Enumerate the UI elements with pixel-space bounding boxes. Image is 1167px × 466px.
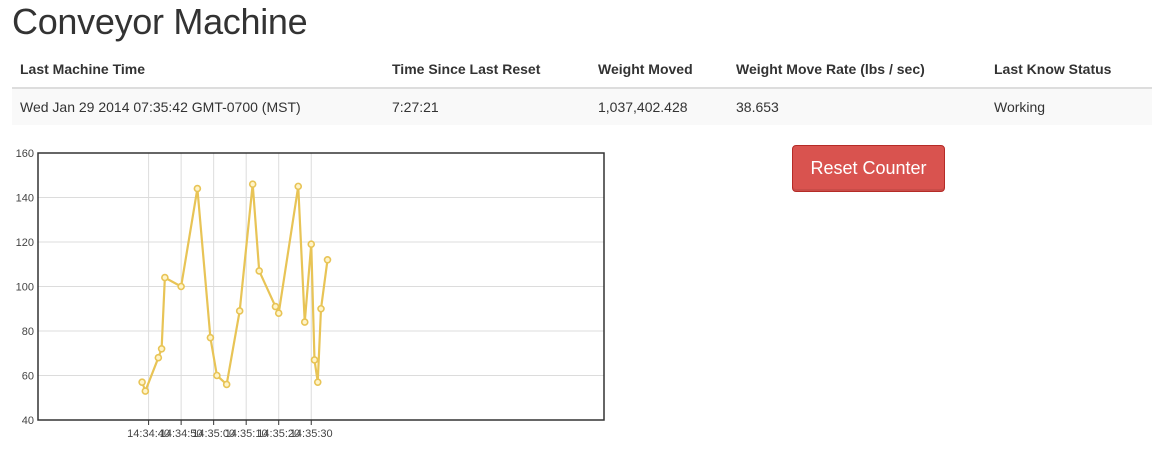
- data-point: [255, 267, 263, 275]
- data-point: [271, 302, 280, 311]
- data-point: [154, 353, 163, 362]
- data-point: [193, 184, 202, 193]
- y-tick-label: 80: [22, 326, 34, 338]
- cell-weight-moved: 1,037,402.428: [590, 88, 728, 125]
- data-point: [235, 307, 244, 315]
- header-last-status: Last Know Status: [986, 50, 1152, 89]
- table-header-row: Last Machine Time Time Since Last Reset …: [12, 50, 1152, 89]
- header-weight-move-rate: Weight Move Rate (lbs / sec): [728, 50, 986, 89]
- data-point: [141, 387, 150, 395]
- data-point: [294, 182, 303, 191]
- cell-weight-move-rate: 38.653: [728, 88, 986, 125]
- data-point: [248, 180, 257, 188]
- header-last-machine-time: Last Machine Time: [12, 50, 384, 89]
- data-point: [213, 371, 221, 380]
- data-point: [323, 256, 332, 264]
- weight-chart-svg: 40608010012014016014:34:4014:34:5014:35:…: [16, 148, 605, 440]
- data-point: [206, 333, 215, 342]
- series-group: [138, 180, 332, 395]
- header-time-since-reset: Time Since Last Reset: [384, 50, 590, 89]
- data-point: [274, 309, 283, 317]
- data-point: [138, 378, 146, 386]
- y-tick-label: 60: [22, 371, 34, 383]
- page-title: Conveyor Machine: [12, 1, 308, 42]
- reset-counter-button[interactable]: Reset Counter: [792, 145, 945, 192]
- status-table: Last Machine Time Time Since Last Reset …: [12, 50, 1152, 125]
- data-point: [307, 240, 316, 249]
- data-point: [161, 273, 169, 282]
- y-tick-label: 160: [16, 148, 34, 160]
- table-row: Wed Jan 29 2014 07:35:42 GMT-0700 (MST) …: [12, 88, 1152, 125]
- cell-last-status: Working: [986, 88, 1152, 125]
- cell-last-machine-time: Wed Jan 29 2014 07:35:42 GMT-0700 (MST): [12, 88, 384, 125]
- x-tick-label: 14:35:30: [290, 428, 333, 440]
- y-tick-label: 100: [16, 282, 34, 294]
- data-point: [222, 380, 231, 389]
- data-point: [300, 318, 309, 326]
- y-tick-label: 120: [16, 237, 34, 249]
- data-point: [310, 356, 319, 364]
- y-tick-label: 40: [22, 415, 34, 427]
- header-weight-moved: Weight Moved: [590, 50, 728, 89]
- cell-time-since-reset: 7:27:21: [384, 88, 590, 125]
- data-point: [157, 345, 166, 353]
- series-line: [141, 183, 329, 393]
- data-point: [313, 378, 322, 386]
- y-tick-label: 140: [16, 193, 34, 205]
- data-point: [177, 282, 185, 291]
- data-point: [317, 304, 325, 313]
- weight-chart: 40 60 80 100 120 140 160 14:34:40 14:34:50 14:35:…: [0, 140, 620, 450]
